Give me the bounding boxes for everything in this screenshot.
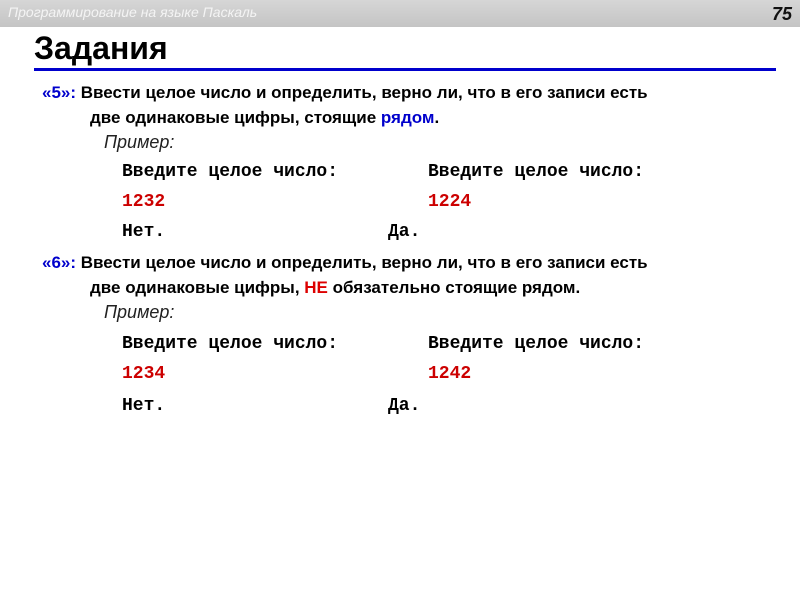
task-6-example-label: Пример: (104, 302, 175, 322)
task-5-text-1: Ввести целое число и определить, верно л… (76, 83, 648, 102)
task-5-example-2-prompt: Введите целое число: (428, 162, 645, 182)
slide-header-bar: Программирование на языке Паскаль 75 (0, 0, 800, 27)
task-6-example-2-result: Да. (388, 396, 421, 416)
task-5-line-1: «5»: Ввести целое число и определить, ве… (42, 80, 777, 105)
task-6-text-3: обязательно стоящие рядом. (327, 278, 581, 297)
task-5-example-1-result: Нет. (122, 222, 166, 242)
task-5: «5»: Ввести целое число и определить, ве… (42, 80, 777, 130)
task-6-text-1: Ввести целое число и определить, верно л… (76, 253, 648, 272)
task-5-line-2: две одинаковые цифры, стоящие рядом. (42, 105, 777, 130)
task-6-line-2: две одинаковые цифры, НЕ обязательно сто… (42, 275, 777, 300)
task-6-number: «6»: (42, 253, 77, 272)
page-number: 75 (771, 4, 792, 24)
task-5-example-1-input: 1232 (122, 192, 166, 212)
task-6-text-2: две одинаковые цифры, (90, 278, 305, 297)
task-5-example-1-prompt: Введите целое число: (122, 162, 339, 182)
task-6-line-1: «6»: Ввести целое число и определить, ве… (42, 250, 777, 275)
task-5-text-2: две одинаковые цифры, стоящие (90, 108, 381, 127)
task-6-example-1-prompt: Введите целое число: (122, 334, 339, 354)
task-6-example-2-prompt: Введите целое число: (428, 334, 645, 354)
task-5-example-label: Пример: (104, 132, 175, 152)
task-5-text-3: . (434, 108, 440, 127)
task-6-example-1-result: Нет. (122, 396, 166, 416)
task-6: «6»: Ввести целое число и определить, ве… (42, 250, 777, 300)
task-5-number: «5»: (42, 83, 77, 102)
task-6-example-1-input: 1234 (122, 364, 166, 384)
task-5-highlight: рядом (380, 108, 435, 127)
title-underline (34, 68, 776, 71)
task-6-example-2-input: 1242 (428, 364, 472, 384)
task-6-highlight: НЕ (304, 278, 328, 297)
course-title: Программирование на языке Паскаль (8, 4, 258, 20)
task-5-example-2-input: 1224 (428, 192, 472, 212)
slide-title: Задания (34, 30, 168, 66)
task-5-example-2-result: Да. (388, 222, 421, 242)
